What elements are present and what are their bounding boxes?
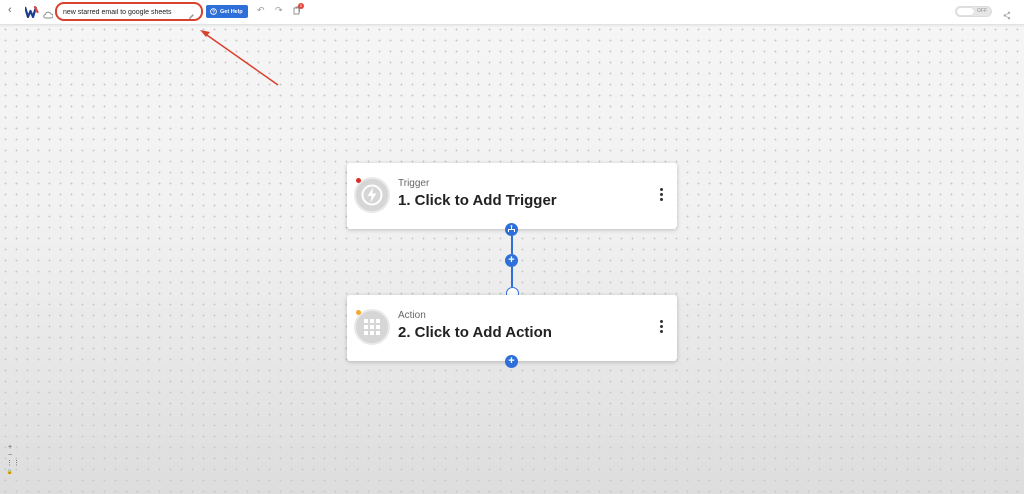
scenario-name-input[interactable]	[63, 6, 188, 18]
share-icon[interactable]	[1003, 7, 1011, 25]
fit-view-button[interactable]: ⋮⋮	[6, 460, 20, 468]
connector-line-lower	[511, 267, 513, 287]
add-next-step-button[interactable]: +	[505, 355, 518, 368]
action-more-icon[interactable]	[658, 320, 664, 334]
action-step-card[interactable]: Action 2. Click to Add Action	[347, 295, 677, 361]
action-title[interactable]: 2. Click to Add Action	[398, 324, 552, 341]
router-icon	[508, 225, 515, 232]
back-button[interactable]: ‹	[8, 4, 12, 16]
get-help-button[interactable]: Get Help	[206, 5, 248, 18]
scenario-name-field[interactable]	[55, 2, 203, 21]
zoom-out-button[interactable]: −	[6, 452, 14, 460]
help-circle-icon	[210, 8, 217, 15]
cloud-save-icon[interactable]	[43, 6, 54, 24]
pencil-icon	[188, 7, 195, 25]
trigger-step-card[interactable]: Trigger 1. Click to Add Trigger	[347, 163, 677, 229]
app-logo-icon[interactable]	[23, 5, 39, 23]
lock-icon[interactable]: 🔒	[6, 468, 14, 476]
action-status-dot	[356, 310, 361, 315]
connector-line-upper	[511, 236, 513, 254]
top-toolbar: ‹ Get Help ↶ ↷ 0 OFF	[0, 0, 1024, 25]
annotation-arrow-icon	[200, 30, 279, 86]
toggle-knob	[957, 8, 974, 15]
get-help-label: Get Help	[220, 8, 243, 15]
trigger-title[interactable]: 1. Click to Add Trigger	[398, 192, 557, 209]
trigger-status-dot	[356, 178, 361, 183]
trigger-more-icon[interactable]	[658, 188, 664, 202]
notification-badge: 0	[298, 3, 304, 9]
add-router-button[interactable]	[505, 223, 518, 236]
add-step-button[interactable]: +	[505, 254, 518, 267]
trigger-type-label: Trigger	[398, 178, 430, 189]
redo-icon[interactable]: ↷	[275, 6, 283, 15]
zoom-controls: + − ⋮⋮ 🔒	[6, 444, 20, 476]
action-type-label: Action	[398, 310, 426, 321]
scenario-on-off-toggle[interactable]: OFF	[955, 6, 992, 17]
zoom-in-button[interactable]: +	[6, 444, 14, 452]
undo-icon[interactable]: ↶	[257, 6, 265, 15]
toggle-label: OFF	[977, 8, 987, 14]
